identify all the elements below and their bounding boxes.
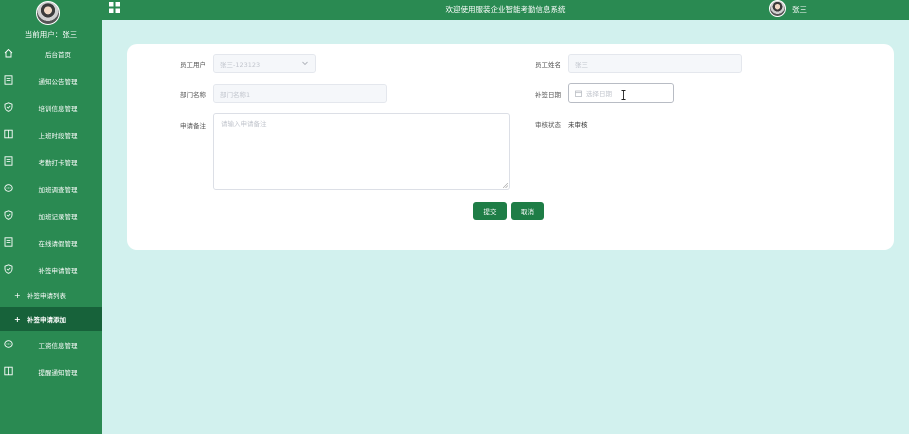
current-user-label: 当前用户：张三 (24, 30, 78, 39)
cancel-button[interactable]: 取消 (511, 202, 544, 220)
sign-date-placeholder: 选择日期 (586, 90, 612, 98)
employee-user-select[interactable]: 张三-123123 (213, 54, 316, 73)
form-card: 员工用户 张三-123123 员工姓名 张三 部门名称 部门名称1 补签日期 选… (127, 44, 894, 250)
department-label: 部门名称 (180, 91, 206, 99)
sidebar-sub-item[interactable]: + 补签申请列表 (0, 283, 102, 307)
sidebar-item[interactable]: 上班时段管理 (0, 121, 102, 148)
resize-handle-icon[interactable] (503, 183, 508, 188)
sidebar-sub-item-label: 补签申请添加 (27, 316, 66, 324)
sidebar-item-label: 加班调查管理 (38, 185, 78, 194)
sidebar-item[interactable]: 通知公告管理 (0, 67, 102, 94)
employee-name-label: 员工姓名 (535, 61, 561, 69)
sidebar-item-label: 培训信息管理 (38, 104, 78, 113)
sidebar-sub-item[interactable]: + 补签申请添加 (0, 307, 102, 331)
sidebar-item-label: 上班时段管理 (38, 131, 78, 140)
sidebar-item[interactable]: 加班记录管理 (0, 202, 102, 229)
avatar[interactable] (36, 1, 60, 25)
sidebar-item-label: 加班记录管理 (38, 212, 78, 221)
employee-user-value: 张三-123123 (220, 60, 261, 69)
sidebar-item[interactable]: 培训信息管理 (0, 94, 102, 121)
employee-name-value: 张三 (575, 60, 588, 69)
remark-placeholder: 请输入申请备注 (221, 120, 267, 128)
review-status-value: 未审核 (568, 121, 588, 129)
sidebar-item[interactable]: 考勤打卡管理 (0, 148, 102, 175)
plus-icon: + (14, 290, 21, 300)
review-status-label: 审核状态 (535, 121, 561, 129)
top-bar: 欢迎使用服装企业智能考勤信息系统 张三 (102, 0, 909, 20)
sidebar-item-label: 提醒通知管理 (38, 368, 78, 377)
sidebar-sub-item-label: 补签申请列表 (27, 292, 66, 300)
employee-name-field: 张三 (568, 54, 742, 73)
remark-label: 申请备注 (180, 122, 206, 130)
sidebar-item-label: 后台首页 (45, 50, 71, 59)
submit-button[interactable]: 提交 (473, 202, 507, 220)
sidebar-item[interactable]: 补签申请管理 (0, 256, 102, 283)
remark-textarea[interactable]: 请输入申请备注 (213, 113, 510, 190)
text-cursor-icon (621, 90, 626, 100)
sidebar: 当前用户：张三 后台首页通知公告管理 培训信息管理 上班时段管理 考勤打卡管理 加班调查… (0, 0, 102, 434)
header-avatar[interactable] (769, 0, 786, 17)
sidebar-item-label: 在线请假管理 (38, 239, 78, 248)
sidebar-item-label: 补签申请管理 (38, 266, 78, 275)
sign-date-label: 补签日期 (535, 91, 561, 99)
sidebar-item[interactable]: 工资信息管理 (0, 331, 102, 358)
sidebar-item-label: 考勤打卡管理 (38, 158, 78, 167)
sidebar-item[interactable]: 加班调查管理 (0, 175, 102, 202)
employee-user-label: 员工用户 (180, 61, 206, 69)
sidebar-profile: 当前用户：张三 (0, 0, 102, 40)
department-field: 部门名称1 (213, 84, 387, 103)
sidebar-item[interactable]: 后台首页 (0, 40, 102, 67)
chevron-down-icon (302, 61, 308, 66)
sidebar-item-label: 工资信息管理 (38, 341, 78, 350)
sidebar-item[interactable]: 在线请假管理 (0, 229, 102, 256)
calendar-icon (575, 90, 582, 97)
plus-icon: + (14, 314, 21, 324)
system-title: 欢迎使用服装企业智能考勤信息系统 (445, 5, 566, 14)
sidebar-item[interactable]: 提醒通知管理 (0, 358, 102, 385)
department-value: 部门名称1 (220, 90, 251, 99)
header-user-name[interactable]: 张三 (792, 4, 807, 15)
sidebar-item-label: 通知公告管理 (38, 77, 78, 86)
